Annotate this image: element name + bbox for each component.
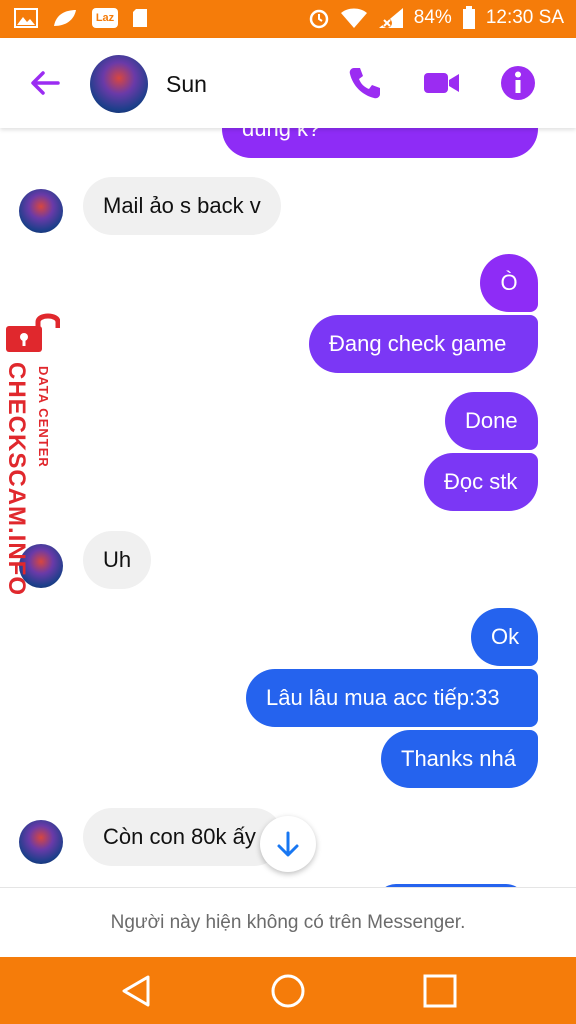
message-text: Còn con 80k ấy <box>103 824 256 849</box>
message-sent[interactable]: Ò <box>480 254 538 312</box>
watermark-brand: CHECKSCAM.INFO <box>3 362 30 596</box>
message-sent[interactable]: Lâu lâu mua acc tiếp:33 <box>246 669 538 727</box>
message-sent[interactable]: Done <box>445 392 538 450</box>
signal-icon <box>378 8 403 28</box>
message-text: Ok <box>491 624 520 649</box>
status-bar: Laz 84% 12:30 SA <box>0 0 576 38</box>
sender-avatar[interactable] <box>19 189 63 233</box>
lock-icon <box>6 313 60 352</box>
message-text: Thanks nhá <box>401 746 516 771</box>
conversation-header: Sun <box>0 38 576 128</box>
contact-name[interactable]: Sun <box>166 71 207 98</box>
message-sent[interactable]: đúng k? <box>222 128 538 158</box>
clock: 12:30 SA <box>485 7 564 28</box>
arrow-down-icon <box>277 831 299 857</box>
contact-avatar[interactable] <box>90 55 148 113</box>
message-text: Ò <box>500 270 518 295</box>
leaf-icon <box>54 10 76 26</box>
message-text: Lâu lâu mua acc tiếp:33 <box>266 685 500 710</box>
message-received[interactable]: Còn con 80k ấy <box>83 808 283 866</box>
recents-nav-icon[interactable] <box>422 973 458 1009</box>
message-text: Đọc stk <box>444 469 518 494</box>
system-status: 84% 12:30 SA <box>308 6 564 30</box>
phone-icon[interactable] <box>346 64 384 102</box>
message-text: đúng k? <box>242 128 321 141</box>
watermark: CHECKSCAM.INFO DATA CENTER <box>0 310 70 600</box>
wifi-icon <box>340 8 367 28</box>
battery-icon <box>462 6 475 29</box>
home-nav-icon[interactable] <box>270 973 306 1009</box>
message-received[interactable]: Mail ảo s back v <box>83 177 281 235</box>
battery-percent: 84% <box>413 7 452 28</box>
watermark-sub: DATA CENTER <box>36 366 51 468</box>
unavailable-notice: Người này hiện không có trên Messenger. <box>0 887 576 958</box>
info-icon[interactable] <box>499 64 537 102</box>
message-text: Done <box>465 408 518 433</box>
system-nav-bar <box>0 957 576 1024</box>
message-text: Mail ảo s back v <box>103 193 261 218</box>
message-text: Đang check game <box>329 331 507 356</box>
scroll-to-bottom-button[interactable] <box>260 816 316 872</box>
sd-card-icon <box>133 9 147 27</box>
message-sent[interactable]: Đọc stk <box>424 453 538 511</box>
lazada-icon: Laz <box>92 8 118 28</box>
message-sent[interactable]: Ok <box>471 608 538 666</box>
message-received[interactable]: Uh <box>83 531 152 589</box>
alarm-icon <box>309 9 329 29</box>
message-list[interactable]: đúng k? Mail ảo s back v Ò Đang check ga… <box>0 128 576 887</box>
message-sent[interactable]: Đang check game <box>309 315 538 373</box>
video-call-icon[interactable] <box>422 64 460 102</box>
message-text: Uh <box>103 547 132 572</box>
back-arrow-icon[interactable] <box>28 66 62 100</box>
gallery-icon <box>14 8 38 28</box>
back-nav-icon[interactable] <box>118 973 154 1009</box>
sender-avatar[interactable] <box>19 820 63 864</box>
message-sent[interactable]: Thanks nhá <box>381 730 538 788</box>
notification-icons: Laz <box>14 8 148 28</box>
